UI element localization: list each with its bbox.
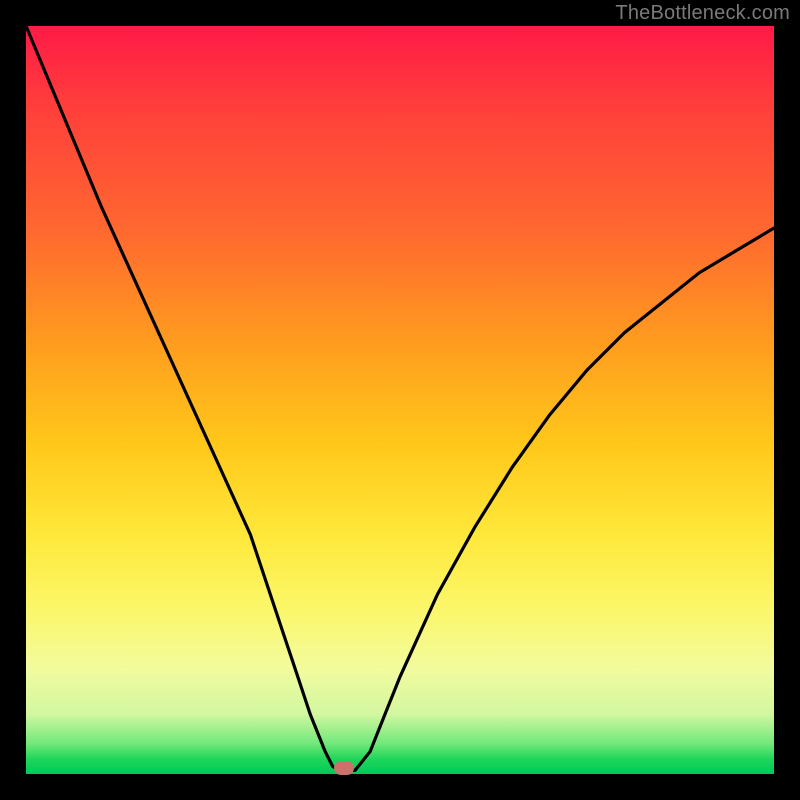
curve-layer (26, 26, 774, 774)
bottleneck-curve (26, 26, 774, 770)
chart-frame: TheBottleneck.com (0, 0, 800, 800)
optimum-marker (334, 761, 354, 775)
watermark-text: TheBottleneck.com (615, 2, 790, 25)
